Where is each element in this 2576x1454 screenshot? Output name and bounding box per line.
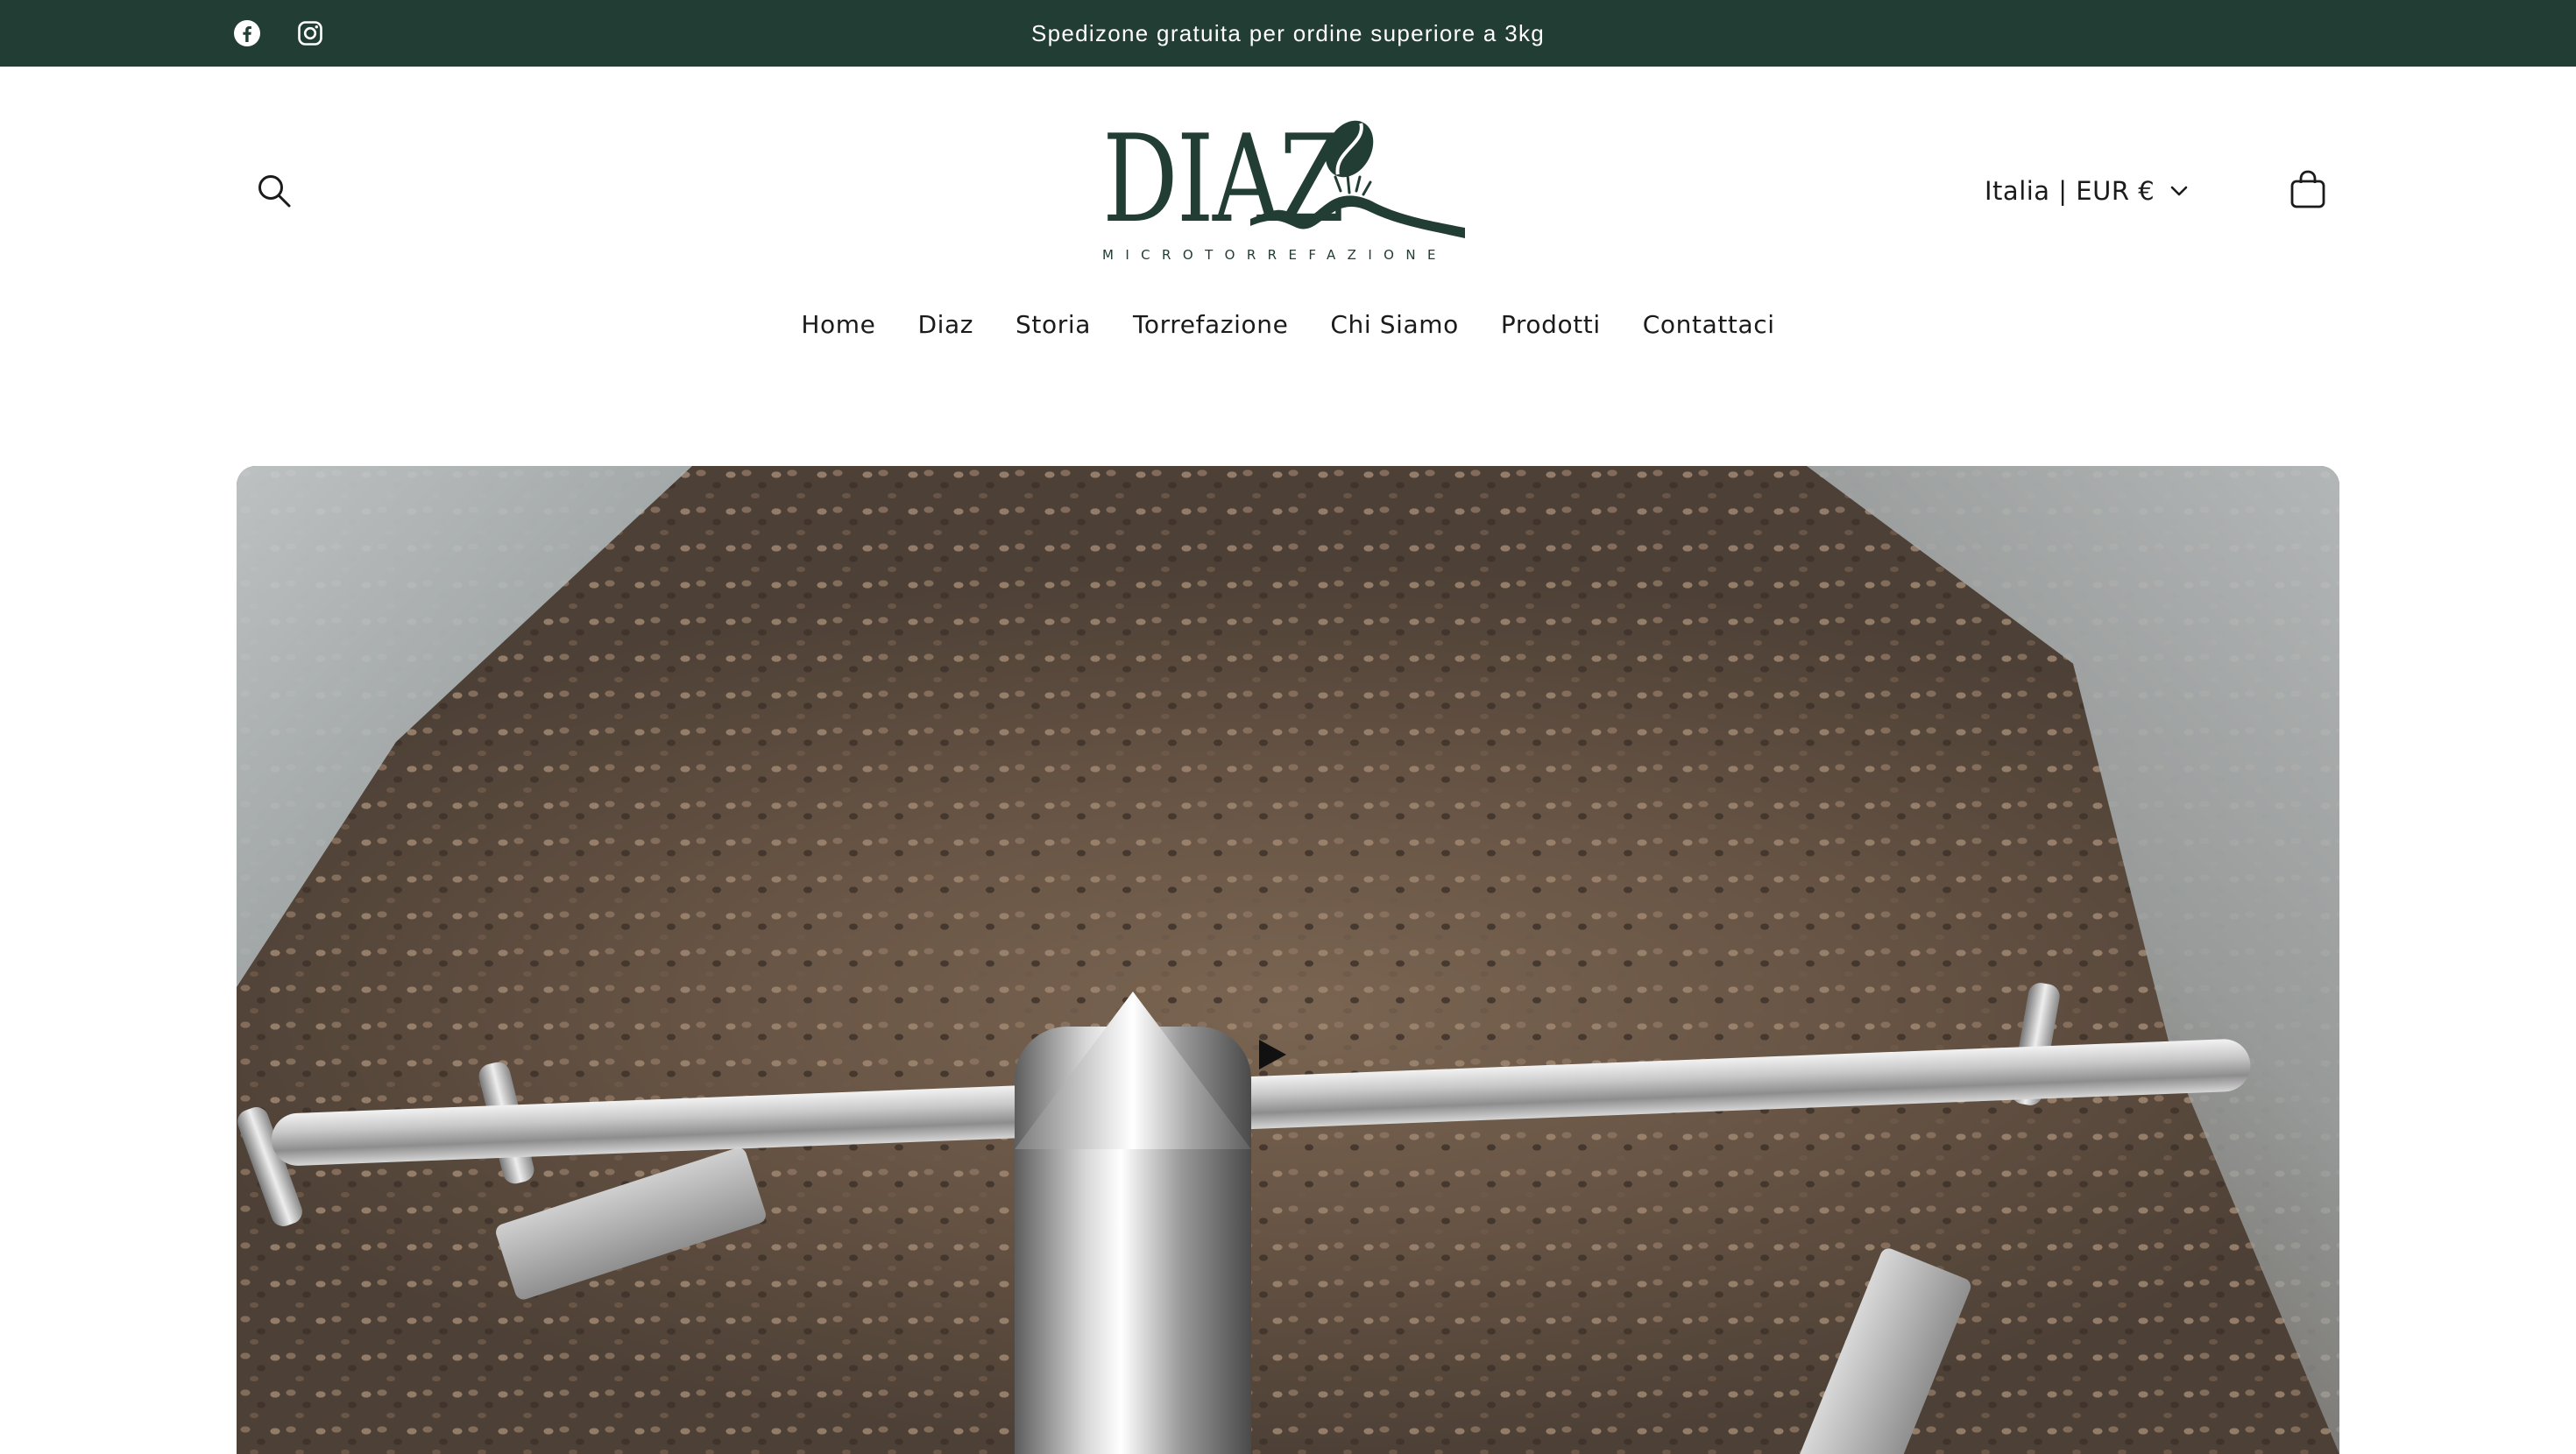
video-play-button[interactable]: [1251, 1034, 1293, 1076]
main-navigation: Home Diaz Storia Torrefazione Chi Siamo …: [0, 307, 2576, 342]
search-button[interactable]: [250, 166, 299, 215]
nav-item-torrefazione[interactable]: Torrefazione: [1133, 307, 1288, 342]
country-currency-selector[interactable]: Italia | EUR €: [1985, 166, 2188, 215]
search-icon: [258, 175, 291, 208]
brand-tagline: MICROTORREFAZIONE: [1102, 247, 1447, 263]
announcement-bar: Spedizone gratuita per ordine superiore …: [0, 0, 2576, 67]
nav-item-contattaci[interactable]: Contattaci: [1643, 307, 1775, 342]
nav-item-storia[interactable]: Storia: [1016, 307, 1091, 342]
nav-item-home[interactable]: Home: [801, 307, 875, 342]
brand-wordmark: DIAZ: [1102, 109, 1343, 251]
instagram-icon[interactable]: [293, 16, 328, 51]
hero-video[interactable]: [237, 466, 2339, 1454]
cart-icon: [2290, 170, 2325, 208]
cart-button[interactable]: [2281, 162, 2335, 216]
nav-item-prodotti[interactable]: Prodotti: [1501, 307, 1601, 342]
nav-item-chi-siamo[interactable]: Chi Siamo: [1330, 307, 1459, 342]
facebook-icon[interactable]: [230, 16, 265, 51]
locale-label: Italia | EUR €: [1985, 176, 2155, 206]
announcement-text: Spedizone gratuita per ordine superiore …: [1030, 19, 1546, 46]
play-icon: [1259, 1040, 1286, 1069]
chevron-down-icon: [2170, 186, 2188, 196]
brand-logo[interactable]: DIAZ MICROTORREFAZIONE: [1097, 107, 1476, 270]
nav-item-diaz[interactable]: Diaz: [917, 307, 973, 342]
